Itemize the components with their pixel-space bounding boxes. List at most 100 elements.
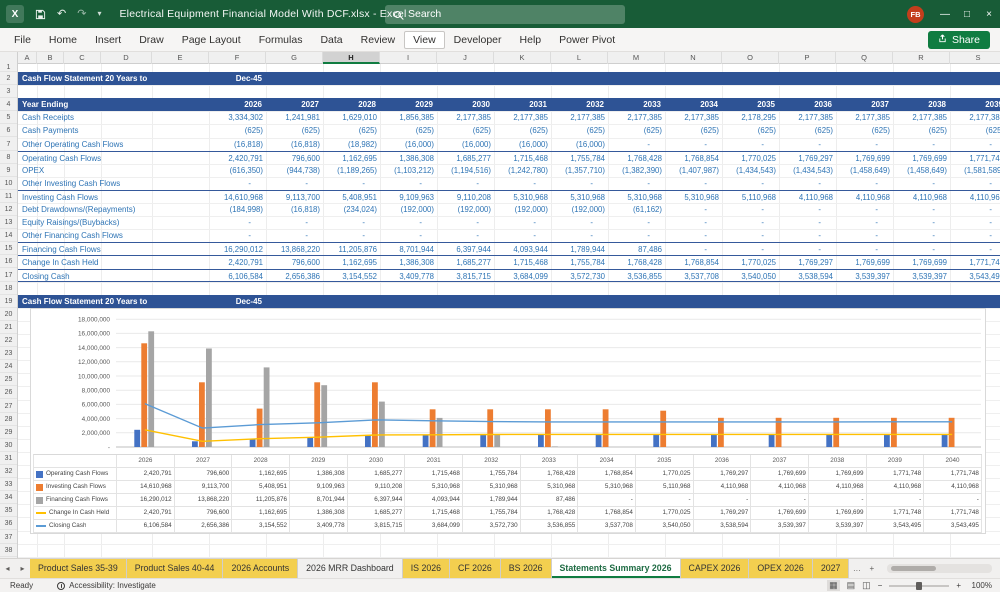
column-header-H[interactable]: H [323,52,380,64]
cell[interactable]: - [608,177,665,190]
cell[interactable]: (16,818) [209,138,266,151]
cell[interactable]: - [608,138,665,151]
sheet-tab-2026-mrr-dashboard[interactable]: 2026 MRR Dashboard [298,559,403,578]
cell[interactable]: - [779,229,836,242]
row-header-32[interactable]: 32 [0,465,17,479]
cell[interactable]: 6,106,584 [209,270,266,283]
row-label[interactable]: Equity Raisings/(Buybacks) [22,216,119,229]
minimize-button[interactable]: — [934,0,956,28]
sheet-tab-is-2026[interactable]: IS 2026 [402,559,451,578]
cell[interactable]: 1,755,784 [551,152,608,165]
row-header-5[interactable]: 5 [0,111,17,125]
cell[interactable]: 1,769,699 [836,152,893,165]
cell[interactable]: - [836,229,893,242]
normal-view-icon[interactable]: ▦ [827,580,840,591]
ribbon-tab-page-layout[interactable]: Page Layout [173,31,250,49]
cell[interactable]: 1,768,428 [608,256,665,269]
ribbon-tab-data[interactable]: Data [311,31,351,49]
row-header-16[interactable]: 16 [0,255,17,269]
cell[interactable]: 6,397,944 [437,243,494,256]
cell[interactable]: - [380,177,437,190]
cell[interactable]: (16,000) [494,138,551,151]
cell[interactable]: - [722,216,779,229]
maximize-button[interactable]: □ [956,0,978,28]
cell[interactable]: - [665,216,722,229]
cell[interactable]: - [893,243,950,256]
sheet-tab-product-sales-35-39[interactable]: Product Sales 35-39 [30,559,127,578]
undo-icon[interactable]: ↶ [57,8,66,20]
cell[interactable]: (1,581,589) [950,164,1000,177]
cell[interactable]: 9,109,963 [380,191,437,204]
cell[interactable]: 4,110,968 [779,191,836,204]
zoom-level[interactable]: 100% [968,581,992,590]
row-header-28[interactable]: 28 [0,413,17,426]
row-label[interactable]: OPEX [22,164,44,177]
cell[interactable]: 5,408,951 [323,191,380,204]
cell[interactable]: - [950,138,1000,151]
ribbon-tab-file[interactable]: File [5,31,40,49]
cell[interactable]: 3,543,495 [950,270,1000,283]
cell[interactable]: 1,755,784 [551,256,608,269]
cell[interactable]: (1,458,649) [836,164,893,177]
cell[interactable]: (192,000) [380,203,437,216]
cell[interactable]: 3,540,050 [722,270,779,283]
cell[interactable]: 3,334,302 [209,111,266,124]
cell[interactable]: - [779,177,836,190]
cell[interactable]: 1,768,854 [665,152,722,165]
cell[interactable]: 3,154,552 [323,270,380,283]
cell[interactable]: (18,982) [323,138,380,151]
cell[interactable]: - [551,229,608,242]
cell[interactable]: 1,715,468 [494,152,551,165]
zoom-in-button[interactable]: + [956,581,961,590]
share-button[interactable]: Share [927,31,990,49]
cell[interactable]: - [779,216,836,229]
cell[interactable]: - [266,216,323,229]
cell[interactable]: 2,177,385 [665,111,722,124]
cell[interactable]: 3,815,715 [437,270,494,283]
row-header-2[interactable]: 2 [0,72,17,86]
cell[interactable]: 3,572,730 [551,270,608,283]
cell[interactable]: - [893,138,950,151]
close-button[interactable]: × [978,0,1000,28]
cell[interactable]: 3,684,099 [494,270,551,283]
cell[interactable]: (1,434,543) [722,164,779,177]
ribbon-tab-draw[interactable]: Draw [130,31,173,49]
cell[interactable]: (625) [950,124,1000,137]
cell[interactable]: 796,600 [266,152,323,165]
cell[interactable]: 1,769,699 [893,256,950,269]
column-header-R[interactable]: R [893,52,950,64]
more-sheets-button[interactable]: … [849,559,864,578]
cell[interactable]: 5,310,968 [608,191,665,204]
column-header-S[interactable]: S [950,52,1000,64]
cell[interactable]: (625) [551,124,608,137]
page-break-view-icon[interactable]: ◫ [862,581,871,590]
cell[interactable]: 5,310,968 [551,191,608,204]
cell[interactable]: - [950,229,1000,242]
cell[interactable]: 1,769,699 [893,152,950,165]
sheet-tab-statements-summary-2026[interactable]: Statements Summary 2026 [551,559,681,578]
cell[interactable]: - [836,216,893,229]
cell[interactable]: 2,177,385 [437,111,494,124]
cell[interactable]: 1,770,025 [722,256,779,269]
cell[interactable]: - [437,216,494,229]
cell[interactable]: - [893,177,950,190]
column-header-B[interactable]: B [37,52,64,64]
cell[interactable]: - [722,243,779,256]
cell[interactable]: 1,241,981 [266,111,323,124]
ribbon-tab-developer[interactable]: Developer [445,31,511,49]
ribbon-tab-formulas[interactable]: Formulas [250,31,312,49]
cell[interactable]: 3,537,708 [665,270,722,283]
row-header-6[interactable]: 6 [0,124,17,138]
row-label[interactable]: Other Operating Cash Flows [22,138,123,151]
column-header-D[interactable]: D [101,52,152,64]
horizontal-scrollbar[interactable] [887,564,992,573]
cell[interactable]: 5,110,968 [722,191,779,204]
row-header-29[interactable]: 29 [0,426,17,439]
cell[interactable]: 1,768,854 [665,256,722,269]
cell[interactable]: (184,998) [209,203,266,216]
cell[interactable]: 2,420,791 [209,256,266,269]
cell[interactable]: 14,610,968 [209,191,266,204]
row-label[interactable]: Operating Cash Flows [22,152,101,165]
ribbon-tab-power-pivot[interactable]: Power Pivot [550,31,624,49]
cell[interactable]: (192,000) [494,203,551,216]
